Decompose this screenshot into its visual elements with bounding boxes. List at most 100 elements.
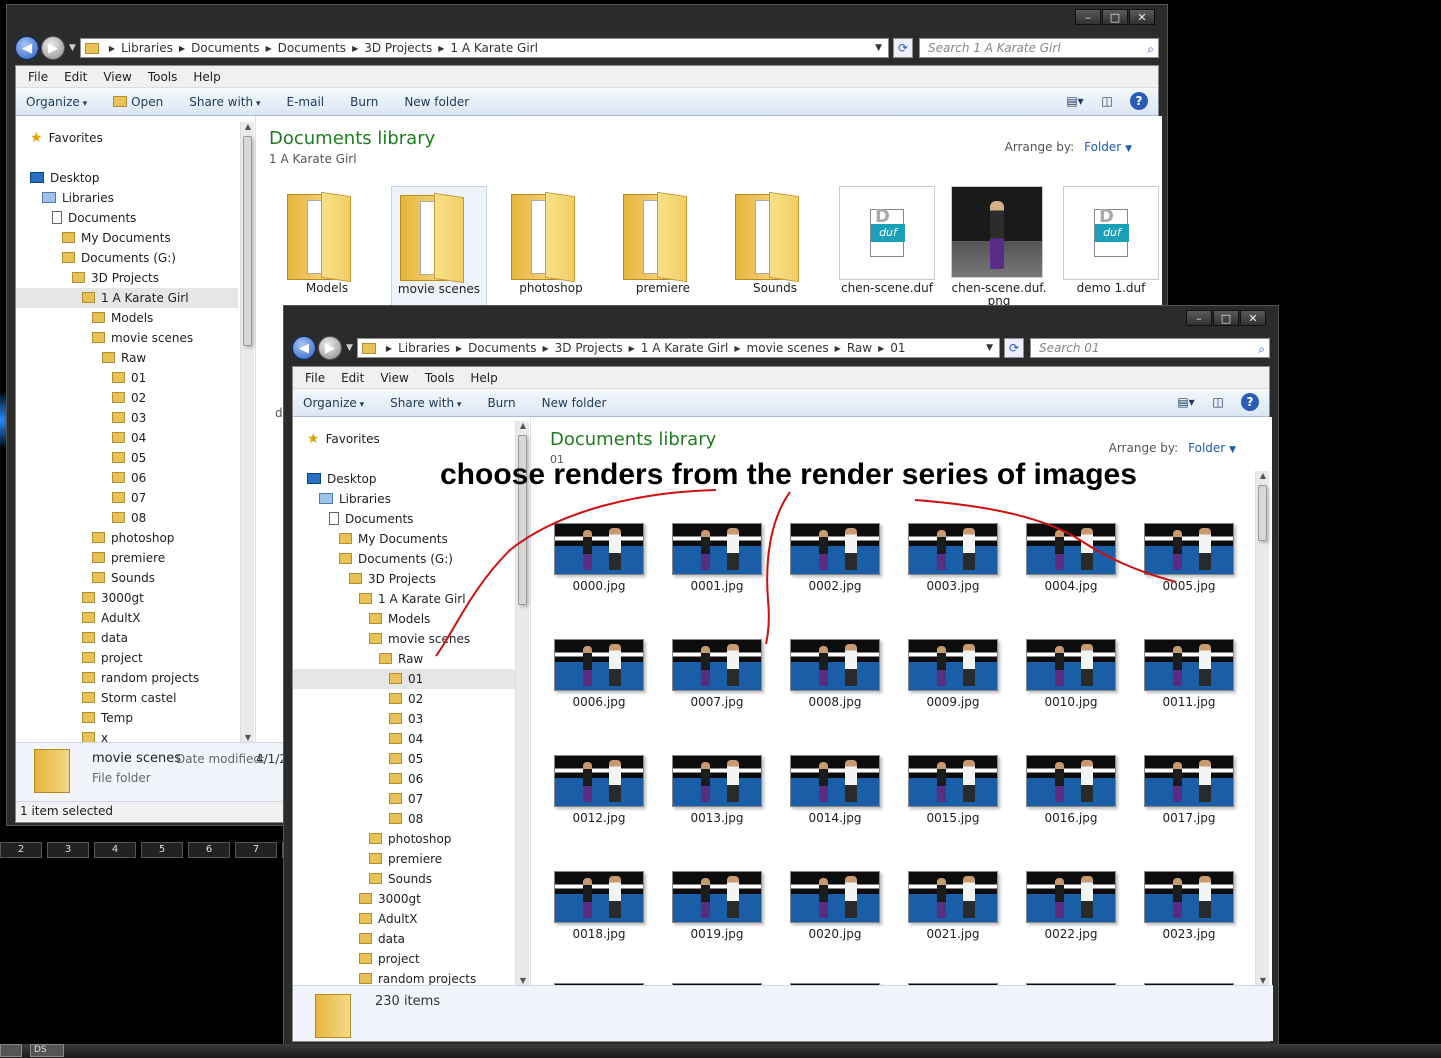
tree-item[interactable]: Raw <box>16 348 238 368</box>
image-thumbnail[interactable] <box>790 871 880 923</box>
folder-item[interactable]: photoshop <box>503 186 599 308</box>
scroll-down-icon[interactable]: ▼ <box>241 733 255 742</box>
breadcrumb-item[interactable]: 01 <box>890 341 905 355</box>
breadcrumb-item[interactable]: Raw <box>847 341 872 355</box>
file-name[interactable]: 0021.jpg <box>898 927 1008 941</box>
tree-item[interactable]: movie scenes <box>16 328 238 348</box>
forward-arrow-icon[interactable]: ▶ <box>41 36 65 60</box>
breadcrumb-separator-icon[interactable]: ▶ <box>386 344 392 353</box>
tree-item[interactable]: Sounds <box>16 568 238 588</box>
tree-item[interactable]: 01 <box>293 669 515 689</box>
file-name[interactable]: 0008.jpg <box>780 695 890 709</box>
image-thumbnail[interactable] <box>672 639 762 691</box>
tree-item[interactable]: Libraries <box>16 188 238 208</box>
tree-item[interactable]: 05 <box>16 448 238 468</box>
file-name[interactable]: 0014.jpg <box>780 811 890 825</box>
tree-item[interactable]: Temp <box>16 708 238 728</box>
tree-item[interactable]: 3000gt <box>293 889 515 909</box>
address-dropdown-icon[interactable]: ▼ <box>986 343 993 353</box>
nav-scrollbar[interactable]: ▲ ▼ <box>515 421 529 985</box>
tree-item[interactable]: Documents (G:) <box>293 549 515 569</box>
maximize-button[interactable]: □ <box>1102 9 1128 25</box>
folder-item[interactable]: premiere <box>615 186 711 308</box>
chevron-down-icon[interactable]: ▼ <box>1125 144 1132 154</box>
tree-item[interactable]: 07 <box>293 789 515 809</box>
tree-item[interactable]: Storm castel <box>16 688 238 708</box>
chevron-down-icon[interactable]: ▼ <box>69 43 76 53</box>
scroll-thumb[interactable] <box>243 136 252 346</box>
tree-item[interactable]: 02 <box>16 388 238 408</box>
refresh-icon[interactable]: ⟳ <box>1004 338 1024 358</box>
breadcrumb-separator-icon[interactable]: ▶ <box>456 344 462 353</box>
file-name[interactable]: 0002.jpg <box>780 579 890 593</box>
file-name[interactable]: 0020.jpg <box>780 927 890 941</box>
address-bar[interactable]: ▶ Libraries ▶ Documents ▶ 3D Projects ▶ 1 A Kar… <box>356 338 1000 358</box>
menu-item-view[interactable]: View <box>372 371 416 385</box>
breadcrumb-separator-icon[interactable]: ▶ <box>629 344 635 353</box>
image-thumbnail[interactable] <box>790 523 880 575</box>
menu-item-view[interactable]: View <box>95 70 139 84</box>
content-scrollbar[interactable]: ▲ ▼ <box>1255 471 1269 985</box>
breadcrumb-item[interactable]: 3D Projects <box>555 341 623 355</box>
file-name[interactable]: 0005.jpg <box>1134 579 1244 593</box>
file-item[interactable]: Dduf demo 1.duf <box>1063 186 1159 308</box>
image-thumbnail[interactable] <box>790 639 880 691</box>
folder-item[interactable]: Models <box>279 186 375 308</box>
tree-item[interactable]: 05 <box>293 749 515 769</box>
tree-item[interactable]: Models <box>16 308 238 328</box>
file-name[interactable]: 0004.jpg <box>1016 579 1126 593</box>
tree-item[interactable]: Documents <box>293 509 515 529</box>
file-item[interactable]: Dduf chen-scene.duf <box>839 186 935 308</box>
chevron-down-icon[interactable]: ▼ <box>346 343 353 353</box>
breadcrumb-separator-icon[interactable]: ▶ <box>265 44 271 53</box>
image-thumbnail[interactable] <box>1026 755 1116 807</box>
search-input[interactable]: Search 01 ⌕ <box>1030 338 1270 358</box>
search-icon[interactable]: ⌕ <box>1258 340 1265 358</box>
organize-button[interactable]: Organize <box>26 95 87 109</box>
tree-item[interactable]: 03 <box>293 709 515 729</box>
new-folder-button[interactable]: New folder <box>404 95 469 109</box>
tree-item[interactable]: Documents (G:) <box>16 248 238 268</box>
menu-item-tools[interactable]: Tools <box>417 371 463 385</box>
menu-item-help[interactable]: Help <box>185 70 228 84</box>
search-input[interactable]: Search 1 A Karate Girl ⌕ <box>919 38 1159 58</box>
back-arrow-icon[interactable]: ◀ <box>292 336 316 360</box>
tree-item[interactable]: 02 <box>293 689 515 709</box>
tree-item[interactable]: photoshop <box>293 829 515 849</box>
image-thumbnail[interactable] <box>1026 523 1116 575</box>
image-thumbnail[interactable] <box>908 871 998 923</box>
tree-item[interactable]: My Documents <box>16 228 238 248</box>
breadcrumb-item[interactable]: Documents <box>191 41 259 55</box>
tree-item[interactable]: 1 A Karate Girl <box>293 589 515 609</box>
chevron-down-icon[interactable]: ▼ <box>1229 445 1236 455</box>
file-name[interactable]: 0019.jpg <box>662 927 772 941</box>
tree-item[interactable]: ★ Favorites <box>293 429 515 449</box>
image-thumbnail[interactable] <box>790 755 880 807</box>
tree-item[interactable]: Libraries <box>293 489 515 509</box>
menu-item-file[interactable]: File <box>20 70 56 84</box>
tree-item[interactable]: Documents <box>16 208 238 228</box>
image-thumbnail[interactable] <box>1026 871 1116 923</box>
breadcrumb-item[interactable]: 3D Projects <box>364 41 432 55</box>
file-name[interactable]: 0017.jpg <box>1134 811 1244 825</box>
taskbar-app-button[interactable]: DS <box>30 1044 64 1057</box>
breadcrumb-item[interactable]: Documents <box>278 41 346 55</box>
arrange-by[interactable]: Arrange by: Folder ▼ <box>1109 441 1236 455</box>
tree-item[interactable]: data <box>293 929 515 949</box>
breadcrumb-item[interactable]: movie scenes <box>747 341 829 355</box>
image-thumbnail[interactable] <box>908 755 998 807</box>
file-name[interactable]: 0018.jpg <box>544 927 654 941</box>
image-thumbnail[interactable] <box>554 755 644 807</box>
menu-item-help[interactable]: Help <box>462 371 505 385</box>
share-with-button[interactable]: Share with <box>390 396 461 410</box>
tree-item[interactable]: premiere <box>293 849 515 869</box>
tree-item[interactable]: x <box>16 728 238 742</box>
tree-item[interactable]: Sounds <box>293 869 515 889</box>
file-name[interactable]: 0003.jpg <box>898 579 1008 593</box>
image-thumbnail[interactable] <box>1144 523 1234 575</box>
maximize-button[interactable]: □ <box>1213 310 1239 326</box>
file-name[interactable]: 0023.jpg <box>1134 927 1244 941</box>
tree-item[interactable]: premiere <box>16 548 238 568</box>
arrange-value[interactable]: Folder <box>1188 441 1225 455</box>
tree-item[interactable]: 08 <box>293 809 515 829</box>
